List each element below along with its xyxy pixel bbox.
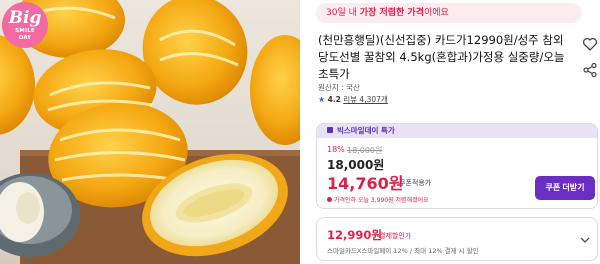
product-title: (천만흥행딜)(신선집중) 카드가12990원/성주 참외 당도선별 꿀참외 4… [318, 33, 565, 81]
deal-tag-icon [327, 127, 333, 133]
coupon-price: 14,760원 [327, 174, 404, 193]
card-discount-label: 결제할인가 [379, 232, 412, 240]
product-rating[interactable]: ★ 4.2 리뷰 4,307개 [318, 94, 388, 105]
price-drop-note: 가격인하 오늘 3,990원 저렴해졌어요 [327, 195, 429, 204]
card-discount-detail: 스마일카드X스마일페이 12% / 최대 12% 결제 시 할인 [327, 247, 479, 255]
share-icon[interactable] [582, 62, 598, 78]
star-icon: ★ [318, 95, 326, 104]
discount-rate: 18% [327, 145, 345, 154]
price-drop-text: 가격인하 오늘 3,990원 저렴해졌어요 [334, 197, 429, 204]
review-count-link[interactable]: 리뷰 4,307개 [343, 95, 388, 104]
big-smile-day-badge: Big SMILE DAY [2, 2, 48, 48]
badge-line3: DAY [18, 34, 32, 41]
badge-line2: SMILE [15, 28, 35, 34]
lowest-price-notice: 30일 내 가장 저렴한 가격이에요 [316, 3, 582, 23]
product-image[interactable]: Big SMILE DAY [0, 0, 300, 264]
coupon-price-label: 쿠폰적용가 [399, 179, 432, 187]
heart-icon[interactable] [582, 36, 598, 52]
deal-header: 빅스마일데이 특가 [317, 124, 597, 138]
notice-prefix: 30일 내 [326, 8, 357, 18]
smile-day-deal-box: 빅스마일데이 특가 18% 18,000원 18,000원 14,760원 쿠폰… [316, 123, 598, 209]
original-price: 18,000원 [347, 146, 383, 155]
product-info-panel: 30일 내 가장 저렴한 가격이에요 (천만흥행딜)(신선집중) 카드가1299… [306, 0, 600, 264]
notice-suffix: 이에요 [423, 8, 449, 18]
side-actions [582, 36, 598, 88]
deal-header-label: 빅스마일데이 특가 [337, 126, 395, 135]
more-coupons-button[interactable]: 쿠폰 더받기 [535, 176, 595, 200]
card-discount-offer[interactable]: 12,990원 결제할인가 스마일카드X스마일페이 12% / 최대 12% 결… [316, 217, 598, 261]
card-discount-price: 12,990원 [327, 228, 382, 242]
badge-title: Big [8, 8, 42, 28]
chevron-down-icon[interactable] [579, 231, 591, 243]
product-origin: 원산지 : 국산 [318, 83, 360, 92]
price-drop-icon [327, 197, 332, 202]
notice-highlight: 가장 저렴한 가격 [359, 8, 424, 18]
rating-score: 4.2 [327, 95, 341, 104]
